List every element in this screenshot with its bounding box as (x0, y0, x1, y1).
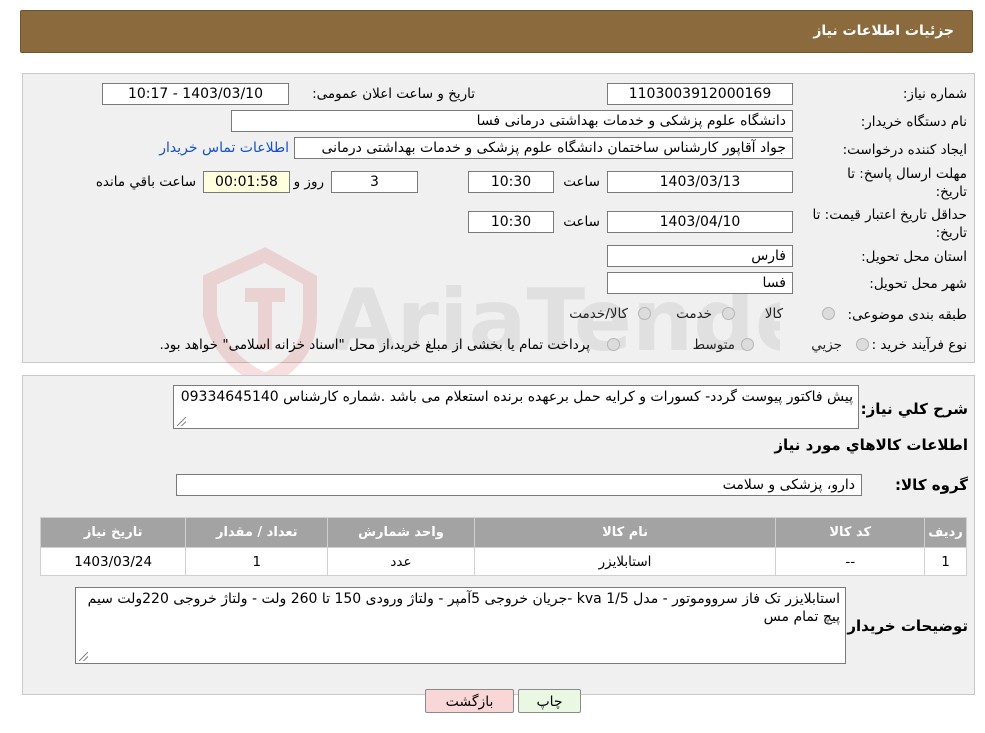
goods-group-field: دارو، پزشکی و سلامت (176, 474, 862, 496)
deadline-label-date: تاریخ: (935, 184, 967, 200)
requester-label: ایجاد کننده درخواست: (842, 142, 967, 158)
col-unit: واحد شمارش (327, 517, 475, 548)
buyer-notes-label: توضیحات خریدار: (841, 617, 968, 635)
requester-field: جواد آقاپور کارشناس ساختمان دانشگاه علوم… (294, 137, 793, 159)
items-table: ردیف کد کالا نام کالا واحد شمارش تعداد /… (39, 517, 967, 576)
col-name: نام کالا (473, 517, 777, 548)
category-goods-label: کالا (764, 306, 783, 322)
announce-datetime-field: 1403/03/10 - 10:17 (102, 83, 289, 105)
validity-time-field: 10:30 (468, 211, 554, 233)
description-text: پیش فاکتور پیوست گردد- کسورات و کرایه حم… (180, 389, 853, 405)
validity-date-field: 1403/04/10 (607, 211, 793, 233)
page-header: جزئیات اطلاعات نیاز (20, 10, 973, 53)
deadline-date-field: 1403/03/13 (607, 171, 793, 193)
goods-group-label: گروه کالا: (895, 476, 968, 494)
col-code: کد کالا (775, 517, 926, 548)
deadline-time-label: ساعت (563, 174, 600, 190)
process-medium-label: متوسط (692, 337, 735, 353)
items-section-title: اطلاعات کالاهاي مورد نیاز (774, 436, 968, 454)
buyer-org-field: دانشگاه علوم پزشکی و خدمات بهداشتی درمان… (231, 110, 793, 132)
category-goods-service-label: کالا/خدمت (569, 306, 628, 322)
cell-name: استابلایزر (473, 547, 777, 576)
cell-unit: عدد (327, 547, 475, 576)
buyer-org-label: نام دستگاه خریدار: (860, 114, 967, 130)
cell-qty: 1 (185, 547, 329, 576)
validity-label: حداقل تاریخ اعتبار قیمت: تا (812, 207, 967, 223)
buyer-contact-link[interactable]: اطلاعات تماس خریدار (159, 140, 289, 156)
print-button[interactable]: چاپ (518, 689, 581, 713)
days-remaining-field: 3 (331, 171, 418, 193)
province-label: استان محل تحویل: (861, 249, 967, 265)
remaining-time-field: 00:01:58 (203, 171, 290, 193)
city-label: شهر محل تحویل: (869, 276, 967, 292)
process-treasury-note: پرداخت تمام یا بخشی از مبلغ خرید،از محل … (159, 337, 590, 353)
resize-grip-icon[interactable] (177, 417, 186, 426)
days-label: روز و (293, 174, 324, 190)
process-radio-medium[interactable] (741, 338, 754, 351)
description-label: شرح کلي نیاز: (860, 400, 968, 418)
remaining-label: ساعت باقي مانده (95, 174, 196, 190)
province-field: فارس (607, 245, 793, 267)
resize-grip-icon[interactable] (79, 652, 88, 661)
city-field: فسا (607, 272, 793, 294)
deadline-label: مهلت ارسال پاسخ: تا (847, 166, 967, 182)
process-radio-minor[interactable] (856, 338, 869, 351)
need-number-field: 1103003912000169 (607, 83, 793, 105)
process-label: نوع فرآیند خرید : (871, 337, 967, 353)
deadline-time-field: 10:30 (468, 171, 554, 193)
category-radio-goods-service[interactable] (638, 307, 651, 320)
cell-row: 1 (924, 547, 967, 576)
category-radio-goods[interactable] (822, 307, 835, 320)
buyer-notes-textarea[interactable]: استابلایزر تک فاز سرووموتور - مدل kva 1/… (75, 587, 846, 664)
process-treasury-checkbox[interactable] (607, 338, 620, 351)
need-number-label: شماره نیاز: (902, 86, 967, 102)
col-date: تاریخ نیاز (39, 517, 187, 548)
col-row: ردیف (924, 517, 967, 548)
category-radio-service[interactable] (722, 307, 735, 320)
back-button[interactable]: بازگشت (425, 689, 514, 713)
announce-datetime-label: تاریخ و ساعت اعلان عمومی: (312, 86, 475, 102)
table-header-row: ردیف کد کالا نام کالا واحد شمارش تعداد /… (39, 517, 967, 548)
col-qty: تعداد / مقدار (185, 517, 329, 548)
buyer-notes-text: استابلایزر تک فاز سرووموتور - مدل kva 1/… (87, 591, 840, 625)
cell-code: -- (775, 547, 926, 576)
process-minor-label: جزيي (811, 337, 842, 353)
cell-date: 1403/03/24 (39, 547, 187, 576)
table-row: 1 -- استابلایزر عدد 1 1403/03/24 (39, 547, 967, 576)
validity-time-label: ساعت (563, 214, 600, 230)
page-title: جزئیات اطلاعات نیاز (813, 23, 954, 39)
description-textarea[interactable]: پیش فاکتور پیوست گردد- کسورات و کرایه حم… (173, 385, 859, 429)
validity-label-date: تاریخ: (935, 225, 967, 241)
category-label: طبقه بندی موضوعی: (847, 307, 967, 323)
category-service-label: خدمت (676, 306, 712, 322)
